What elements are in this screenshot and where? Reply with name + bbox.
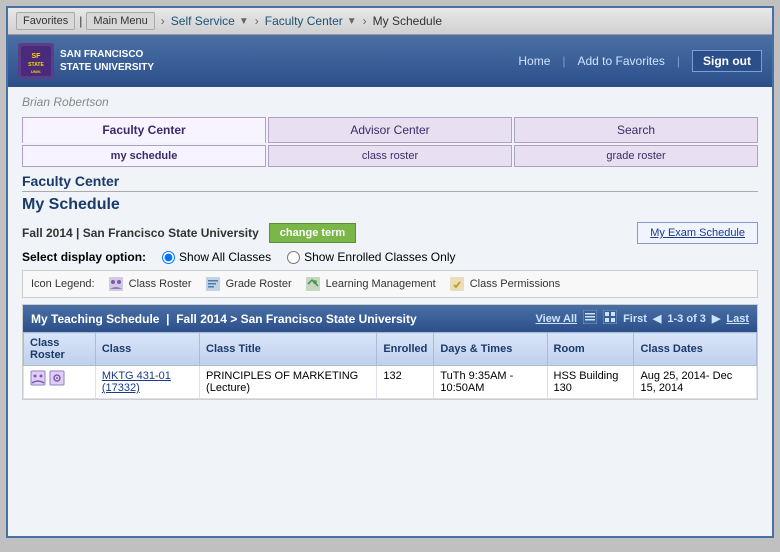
term-label: Fall 2014 | San Francisco State Universi… — [22, 226, 259, 240]
col-header-class: Class — [95, 333, 199, 366]
change-term-button[interactable]: change term — [269, 223, 356, 243]
class-link[interactable]: MKTG 431-01 (17332) — [102, 370, 171, 394]
tab-faculty-center[interactable]: Faculty Center — [22, 117, 266, 143]
view-all-link[interactable]: View All — [536, 313, 578, 325]
term-row: Fall 2014 | San Francisco State Universi… — [22, 222, 758, 244]
view-all-icon[interactable] — [583, 310, 597, 327]
svg-text:UNIV.: UNIV. — [31, 69, 41, 74]
page-title: My Schedule — [22, 196, 758, 214]
subtab-grade-roster[interactable]: grade roster — [514, 145, 758, 167]
add-favorites-link[interactable]: Add to Favorites — [578, 54, 665, 68]
legend-grade-roster-label: Grade Roster — [226, 278, 292, 290]
sfsu-logo-icon: SF STATE UNIV. — [18, 43, 54, 79]
pagination-prev-icon[interactable]: ◀ — [653, 312, 661, 325]
legend-grade-roster: Grade Roster — [204, 275, 292, 293]
tab-search[interactable]: Search — [514, 117, 758, 143]
table-row: MKTG 431-01 (17332) PRINCIPLES OF MARKET… — [24, 366, 757, 399]
sign-out-button[interactable]: Sign out — [692, 50, 762, 72]
header-divider: | — [562, 54, 565, 68]
table-header-bar: My Teaching Schedule | Fall 2014 > San F… — [23, 305, 757, 332]
legend-class-permissions: Class Permissions — [448, 275, 560, 293]
favorites-dropdown[interactable]: Favorites — [16, 12, 75, 30]
sfsu-logo: SF STATE UNIV. San Francisco State Unive… — [18, 43, 154, 79]
table-pagination: View All — [536, 310, 750, 327]
show-all-classes-option[interactable]: Show All Classes — [162, 250, 271, 264]
header-divider2: | — [677, 54, 680, 68]
selfservice-link[interactable]: Self Service — [171, 14, 235, 28]
class-permissions-icon — [448, 275, 466, 293]
legend-class-permissions-label: Class Permissions — [470, 278, 560, 290]
cell-class: MKTG 431-01 (17332) — [95, 366, 199, 399]
selfservice-dropdown-arrow[interactable]: ▼ — [239, 16, 249, 27]
breadcrumb-sep1: › — [161, 14, 165, 28]
row-class-roster-icon[interactable] — [30, 370, 46, 386]
main-content: Brian Robertson Faculty Center Advisor C… — [8, 87, 772, 536]
show-enrolled-option[interactable]: Show Enrolled Classes Only — [287, 250, 455, 264]
legend-class-roster: Class Roster — [107, 275, 192, 293]
subtab-my-schedule[interactable]: my schedule — [22, 145, 266, 167]
pagination-info: 1-3 of 3 — [667, 313, 706, 325]
col-header-class-roster: Class Roster — [24, 333, 96, 366]
cell-class-roster-icons — [24, 366, 96, 399]
legend-learning-mgmt-label: Learning Management — [326, 278, 436, 290]
svg-text:STATE: STATE — [28, 62, 44, 68]
col-header-enrolled: Enrolled — [377, 333, 434, 366]
pagination-first: First — [623, 313, 647, 325]
top-nav: Favorites | Main Menu › Self Service ▼ ›… — [8, 8, 772, 35]
sfsu-logo-text: San Francisco State University — [60, 48, 154, 74]
cell-days-times: TuTh 9:35AM - 10:50AM — [434, 366, 547, 399]
learning-management-icon — [304, 275, 322, 293]
tab-advisor-center[interactable]: Advisor Center — [268, 117, 512, 143]
col-header-class-title: Class Title — [200, 333, 377, 366]
display-options: Select display option: Show All Classes … — [22, 250, 758, 264]
legend-class-roster-label: Class Roster — [129, 278, 192, 290]
table-title: My Teaching Schedule | Fall 2014 > San F… — [31, 312, 417, 326]
tabs-row-secondary: my schedule class roster grade roster — [22, 145, 758, 167]
teaching-schedule-table: My Teaching Schedule | Fall 2014 > San F… — [22, 304, 758, 400]
row-settings-icon[interactable] — [49, 370, 65, 386]
grade-roster-icon — [204, 275, 222, 293]
schedule-data-table: Class Roster Class Class Title Enrolled … — [23, 332, 757, 399]
pagination-next-icon[interactable]: ▶ — [712, 312, 720, 325]
exam-schedule-button[interactable]: My Exam Schedule — [637, 222, 758, 244]
cell-class-title: PRINCIPLES OF MARKETING (Lecture) — [200, 366, 377, 399]
current-page-label: My Schedule — [373, 14, 442, 28]
term-info: Fall 2014 | San Francisco State Universi… — [22, 223, 356, 243]
facultycenter-link[interactable]: Faculty Center — [265, 14, 343, 28]
show-enrolled-label: Show Enrolled Classes Only — [304, 250, 455, 264]
class-roster-icon — [107, 275, 125, 293]
home-link[interactable]: Home — [518, 54, 550, 68]
display-options-label: Select display option: — [22, 250, 146, 264]
svg-text:SF: SF — [32, 53, 42, 60]
mainmenu-dropdown[interactable]: Main Menu — [86, 12, 154, 30]
col-header-class-dates: Class Dates — [634, 333, 757, 366]
facultycenter-dropdown-arrow[interactable]: ▼ — [347, 16, 357, 27]
header-bar: SF STATE UNIV. San Francisco State Unive… — [8, 35, 772, 87]
grid-view-icon[interactable] — [603, 310, 617, 327]
icon-legend: Icon Legend: Class Roster — [22, 270, 758, 298]
subtab-class-roster[interactable]: class roster — [268, 145, 512, 167]
user-name: Brian Robertson — [22, 95, 758, 109]
cell-enrolled: 132 — [377, 366, 434, 399]
show-all-label: Show All Classes — [179, 250, 271, 264]
breadcrumb-sep3: › — [363, 14, 367, 28]
pagination-last-link[interactable]: Last — [726, 313, 749, 325]
section-title: Faculty Center — [22, 173, 758, 192]
col-header-room: Room — [547, 333, 634, 366]
page-header: Faculty Center My Schedule — [22, 173, 758, 214]
cell-room: HSS Building 130 — [547, 366, 634, 399]
tabs-row-primary: Faculty Center Advisor Center Search — [22, 117, 758, 143]
cell-class-dates: Aug 25, 2014- Dec 15, 2014 — [634, 366, 757, 399]
col-header-days-times: Days & Times — [434, 333, 547, 366]
header-actions: Home | Add to Favorites | Sign out — [518, 50, 762, 72]
nav-separator: | — [79, 14, 82, 28]
show-enrolled-radio[interactable] — [287, 251, 300, 264]
legend-learning-mgmt: Learning Management — [304, 275, 436, 293]
show-all-radio[interactable] — [162, 251, 175, 264]
breadcrumb-sep2: › — [255, 14, 259, 28]
legend-label: Icon Legend: — [31, 278, 95, 290]
tabs-section: Faculty Center Advisor Center Search my … — [22, 117, 758, 167]
